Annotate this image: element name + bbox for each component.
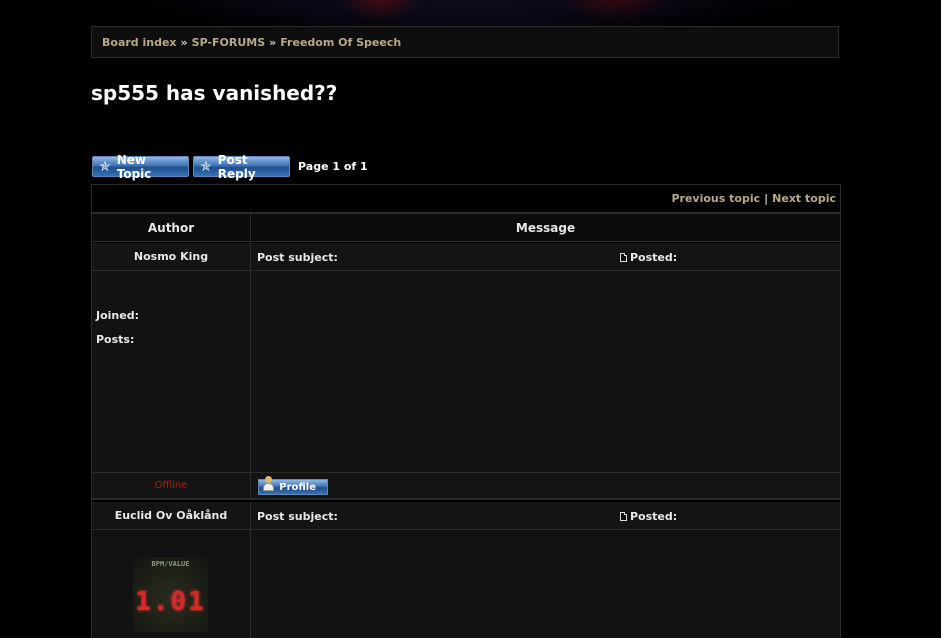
breadcrumb-freedom-of-speech[interactable]: Freedom Of Speech [280, 36, 401, 49]
post-content [251, 271, 840, 472]
post-body: Joined: Posts: [92, 271, 840, 473]
previous-topic-link[interactable]: Previous topic [671, 192, 760, 205]
avatar-caption: BPM/VALUE [151, 560, 190, 568]
post-link-icon[interactable] [620, 253, 627, 262]
post-author-details: BPM/VALUE 1.01 [92, 530, 251, 638]
breadcrumb-board-index[interactable]: Board index [102, 36, 177, 49]
new-topic-label: New Topic [116, 152, 152, 181]
post-subject-cell: Post subject: Posted: [251, 243, 840, 270]
user-icon [262, 476, 274, 494]
topic-actions: ✯ New Topic ✯ Post Reply Page 1 of 1 [92, 153, 368, 181]
posts-count-label: Posts: [96, 333, 135, 346]
topic-title: sp555 has vanished?? [91, 81, 338, 105]
star-icon: ✯ [99, 158, 111, 175]
post-author[interactable]: Nosmo King [92, 243, 251, 270]
banner-glow [560, 0, 670, 20]
topic-nav-separator: | [764, 192, 769, 205]
post-author[interactable]: Euclid Ov Oåklånd [92, 502, 251, 529]
post-header: Euclid Ov Oåklånd Post subject: Posted: [92, 502, 840, 530]
profile-button[interactable]: Profile [258, 476, 328, 495]
posted-label: Posted: [630, 251, 678, 264]
post-body: BPM/VALUE 1.01 [92, 530, 840, 638]
post-reply-label: Post Reply [217, 152, 256, 181]
joined-label: Joined: [96, 309, 139, 322]
banner-glow [340, 0, 420, 20]
breadcrumb-sp-forums[interactable]: SP-FORUMS [192, 36, 266, 49]
avatar: BPM/VALUE 1.01 [133, 557, 208, 632]
forum-page: Board index » SP-FORUMS » Freedom Of Spe… [0, 0, 941, 638]
posted-info: Posted: [620, 251, 677, 264]
avatar-digits: 1.01 [135, 587, 206, 617]
next-topic-link[interactable]: Next topic [772, 192, 836, 205]
message-column-header: Message [515, 220, 576, 235]
posted-info: Posted: [620, 510, 677, 523]
post-subject-cell: Post subject: Posted: [251, 502, 840, 529]
post-footer: Offline Profile [92, 473, 840, 500]
post-reply-button[interactable]: ✯ Post Reply [193, 153, 290, 181]
table-header: Author Message [92, 214, 840, 242]
posted-label: Posted: [630, 510, 678, 523]
pagination: Page 1 of 1 [298, 160, 368, 173]
post-footer-actions: Profile [251, 473, 840, 498]
online-status: Offline [92, 473, 251, 498]
post-content [251, 530, 840, 638]
post-author-details: Joined: Posts: [92, 271, 251, 472]
author-column-header: Author [92, 214, 251, 241]
topic-navigation: Previous topic | Next topic [91, 184, 841, 214]
post-header: Nosmo King Post subject: Posted: [92, 243, 840, 271]
star-icon: ✯ [200, 158, 212, 175]
breadcrumb-separator: » [180, 35, 188, 49]
breadcrumb: Board index » SP-FORUMS » Freedom Of Spe… [91, 26, 839, 58]
posts-table: Author Message Nosmo King Post subject: … [91, 214, 841, 638]
new-topic-button[interactable]: ✯ New Topic [92, 153, 189, 181]
breadcrumb-separator: » [269, 35, 277, 49]
post-link-icon[interactable] [620, 512, 627, 521]
profile-label: Profile [279, 481, 316, 493]
post-subject-label: Post subject: [257, 510, 338, 523]
post-subject-label: Post subject: [257, 251, 338, 264]
